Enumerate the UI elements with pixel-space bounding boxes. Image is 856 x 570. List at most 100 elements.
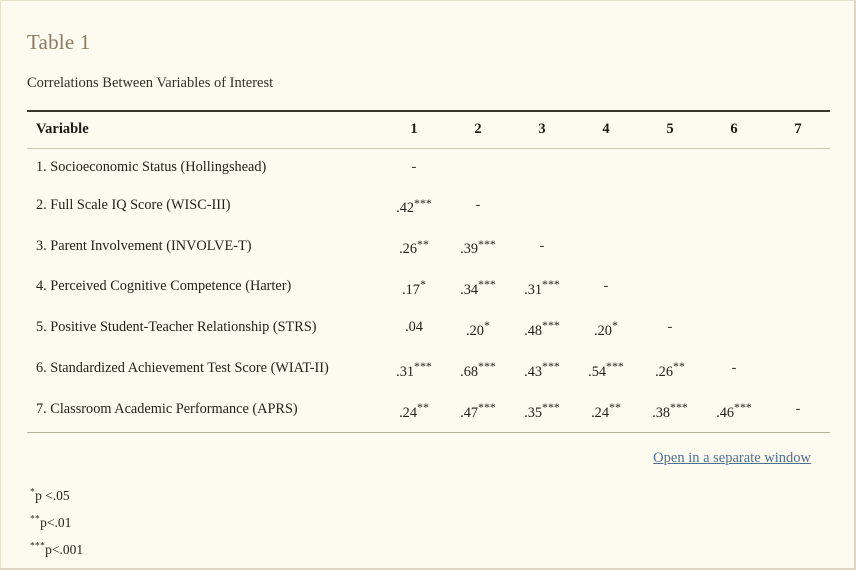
column-header-6: 6	[702, 110, 766, 150]
note-text: p<.001	[45, 541, 84, 557]
significance-marker: ***	[478, 359, 496, 374]
significance-marker: **	[672, 359, 685, 374]
significance-marker: ***	[414, 359, 432, 374]
correlation-cell	[446, 149, 510, 187]
correlation-value: .26	[399, 241, 417, 258]
correlation-cell: .46***	[702, 391, 766, 434]
significance-marker: ***	[734, 400, 752, 415]
table-row: 5. Positive Student-Teacher Relationship…	[27, 309, 830, 350]
correlation-value: .17	[402, 282, 420, 299]
table-row: 3. Parent Involvement (INVOLVE-T) .26** .3…	[27, 228, 830, 269]
row-label: 1. Socioeconomic Status (Hollingshead)	[36, 159, 267, 176]
correlation-cell: .42***	[382, 187, 446, 228]
diagonal-dash: -	[795, 401, 801, 418]
correlation-value: .54	[588, 364, 606, 381]
significance-marker: **	[608, 400, 621, 415]
table-body: 1. Socioeconomic Status (Hollingshead) -2…	[27, 149, 830, 434]
column-header-7: 7	[766, 110, 830, 150]
table-figure-panel: Table 1 Correlations Between Variables o…	[0, 0, 856, 570]
correlation-cell: .26**	[382, 228, 446, 269]
table-number-title: Table 1	[27, 30, 91, 54]
significance-marker: **	[416, 400, 429, 415]
correlation-cell: -	[638, 309, 702, 350]
significance-marker: ***	[670, 400, 688, 415]
correlation-cell: .54***	[574, 350, 638, 391]
table-row: 7. Classroom Academic Performance (APRS)…	[27, 391, 830, 434]
correlation-cell	[766, 149, 830, 187]
correlation-value: .24	[591, 405, 609, 422]
correlation-cell	[766, 268, 830, 309]
correlation-cell: .39***	[446, 228, 510, 269]
significance-marker: ***	[542, 277, 560, 292]
correlation-cell: .68***	[446, 350, 510, 391]
column-header-3: 3	[510, 110, 574, 150]
correlation-value: .68	[460, 364, 478, 381]
significance-marker: ***	[542, 400, 560, 415]
correlation-cell: .26**	[638, 350, 702, 391]
significance-marker: ***	[542, 318, 560, 333]
significance-marker: **	[416, 236, 429, 251]
correlation-cell	[766, 350, 830, 391]
significance-marker: *	[611, 318, 618, 333]
correlation-value: .48	[524, 323, 542, 340]
correlation-cell: -	[382, 149, 446, 187]
significance-marker: ***	[414, 195, 432, 210]
correlation-value: .26	[655, 364, 673, 381]
significance-marker: *	[419, 277, 426, 292]
significance-marker: ***	[606, 359, 624, 374]
table-caption: Correlations Between Variables of Intere…	[27, 75, 274, 92]
diagonal-dash: -	[731, 360, 737, 377]
diagonal-dash: -	[603, 278, 609, 295]
significance-marker: *	[483, 318, 490, 333]
correlation-value: .24	[399, 405, 417, 422]
correlation-cell: .48***	[510, 309, 574, 350]
significance-notes: *p <.05 **p<.01 ***p<.001	[27, 488, 828, 558]
correlation-cell: -	[574, 268, 638, 309]
correlation-value: .31	[396, 364, 414, 381]
note-marker: ***	[30, 541, 46, 552]
correlation-value: .46	[716, 405, 734, 422]
table-row: 2. Full Scale IQ Score (WISC-III) .42*** -	[27, 187, 830, 228]
correlation-cell	[638, 149, 702, 187]
row-label: 2. Full Scale IQ Score (WISC-III)	[36, 196, 231, 213]
correlation-cell: .31***	[382, 350, 446, 391]
correlation-cell: -	[446, 187, 510, 228]
correlation-cell: .17*	[382, 268, 446, 309]
correlation-value: .39	[460, 241, 478, 258]
correlation-cell: .24**	[574, 391, 638, 434]
correlation-cell: .43***	[510, 350, 574, 391]
correlation-cell	[766, 309, 830, 350]
correlation-cell	[574, 149, 638, 187]
row-label: 7. Classroom Academic Performance (APRS)	[27, 391, 382, 434]
correlation-cell	[766, 228, 830, 269]
correlation-cell: .31***	[510, 268, 574, 309]
correlation-cell	[510, 187, 574, 228]
correlation-value: .47	[460, 405, 478, 422]
significance-marker: ***	[478, 236, 496, 251]
significance-marker: ***	[478, 277, 496, 292]
correlation-value: .31	[524, 282, 542, 299]
open-in-separate-window-link[interactable]: Open in a separate window	[653, 450, 811, 466]
correlation-cell: .38***	[638, 391, 702, 434]
row-label: 3. Parent Involvement (INVOLVE-T)	[36, 237, 252, 254]
correlation-cell	[702, 149, 766, 187]
significance-note: *p <.05	[30, 488, 828, 504]
correlation-value: .34	[460, 282, 478, 299]
row-label: 5. Positive Student-Teacher Relationship…	[36, 319, 317, 336]
diagonal-dash: -	[475, 196, 481, 213]
table-header: Variable 1 2 3 4 5 6 7	[27, 110, 830, 150]
significance-marker: ***	[478, 400, 496, 415]
correlation-cell	[638, 187, 702, 228]
correlation-cell: .35***	[510, 391, 574, 434]
correlation-cell	[702, 228, 766, 269]
correlation-cell: .34***	[446, 268, 510, 309]
column-header-4: 4	[574, 110, 638, 150]
correlation-value: .42	[396, 200, 414, 217]
note-marker: **	[30, 514, 41, 525]
correlation-cell: .04	[382, 309, 446, 350]
row-label: 6. Standardized Achievement Test Score (…	[36, 360, 329, 377]
correlation-cell: .47***	[446, 391, 510, 434]
column-header-1: 1	[382, 110, 446, 150]
column-header-2: 2	[446, 110, 510, 150]
correlation-cell: .24**	[382, 391, 446, 434]
